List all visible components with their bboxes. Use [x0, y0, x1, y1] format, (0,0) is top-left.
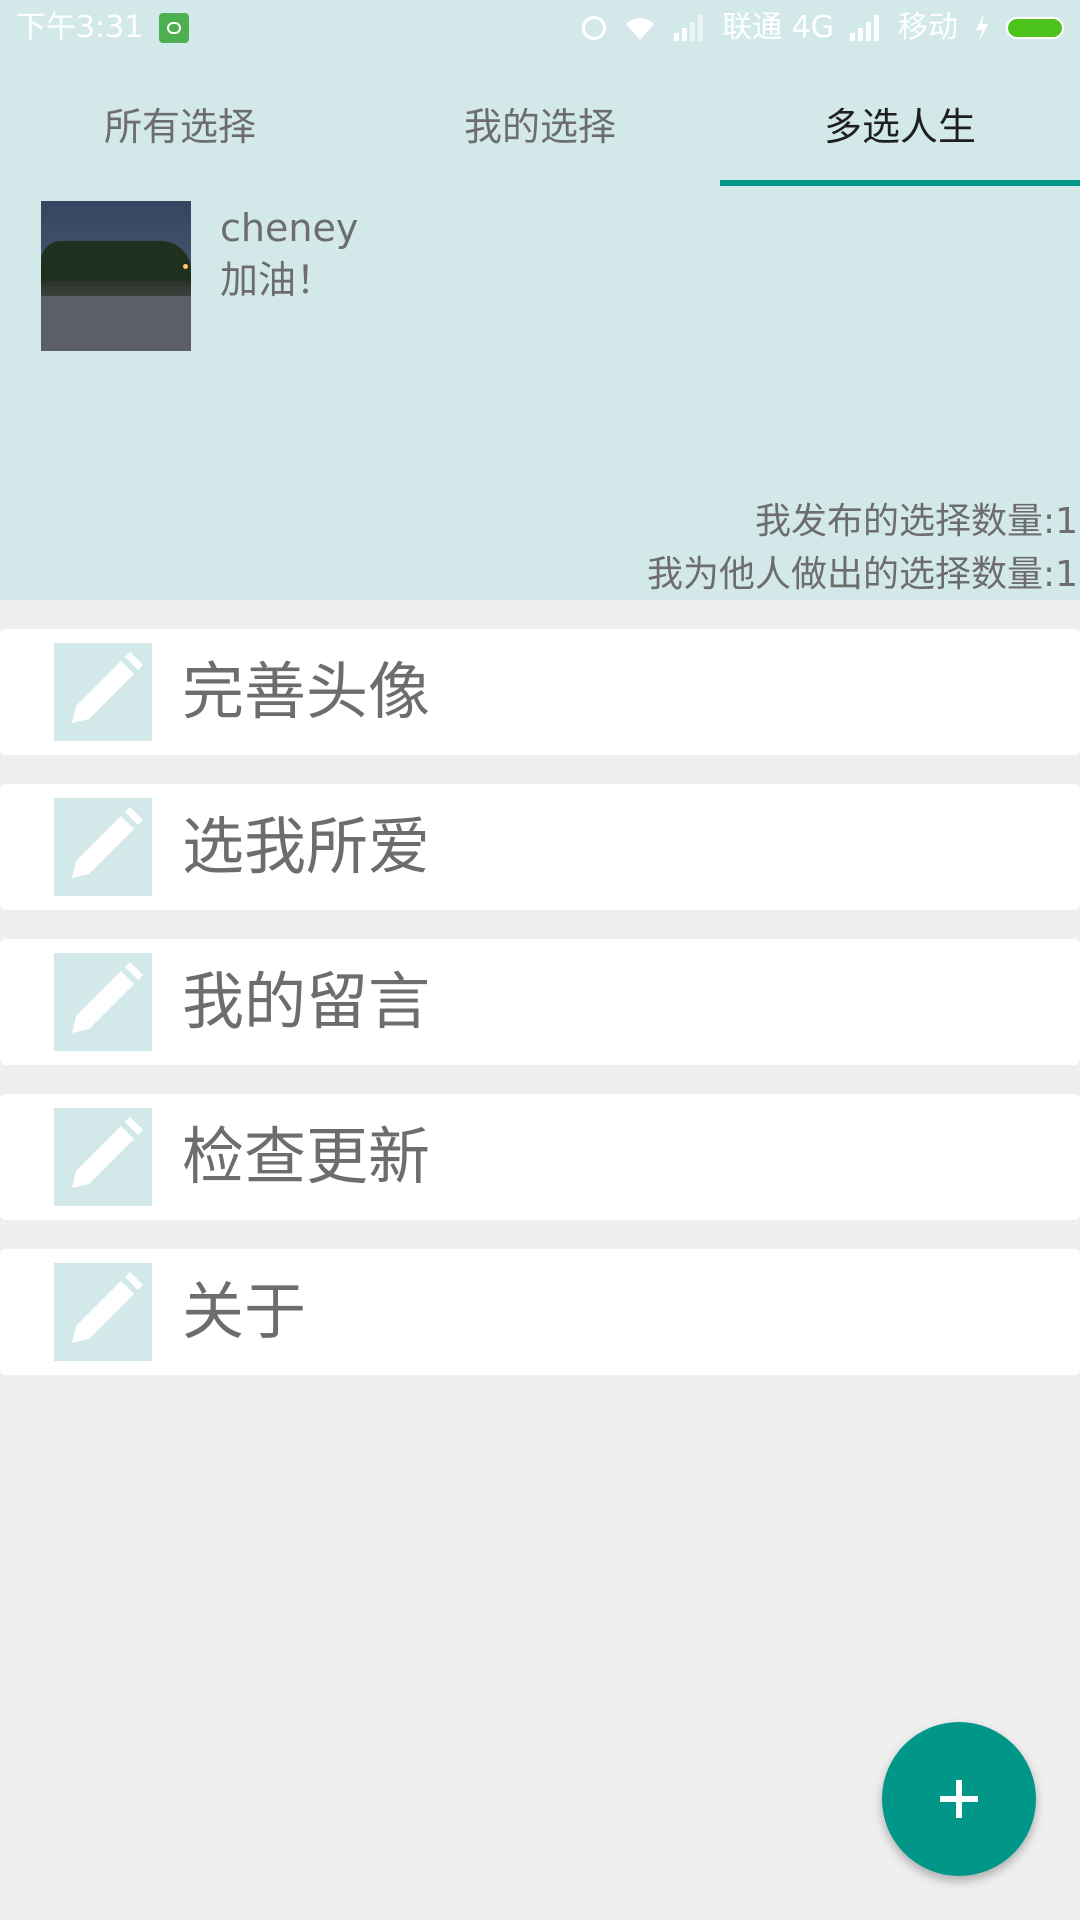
- tab-all-choices[interactable]: 所有选择: [0, 60, 360, 186]
- pencil-icon: [54, 643, 152, 741]
- menu-item-label: 我的留言: [182, 965, 431, 1038]
- app-notification-icon: [159, 13, 190, 43]
- chosen-for-others-count: 我为他人做出的选择数量:1: [646, 554, 1078, 595]
- carrier-2: 移动: [898, 10, 958, 45]
- wifi-icon: [622, 14, 658, 42]
- pencil-icon: [54, 1108, 152, 1206]
- status-right: 联通 4G 移动: [582, 10, 1064, 46]
- battery-icon: [1006, 17, 1064, 39]
- tab-bar: 所有选择 我的选择 多选人生: [0, 60, 1080, 186]
- avatar-photo-light: [183, 264, 188, 269]
- signal-icon-1: [674, 15, 706, 41]
- plus-icon-vertical: [956, 1780, 962, 1818]
- avatar-photo-trees: [41, 241, 191, 281]
- user-motto: 加油！: [220, 258, 335, 302]
- menu-item-label: 完善头像: [182, 655, 431, 728]
- menu-item-favorites[interactable]: 选我所爱: [0, 784, 1080, 910]
- username: cheney: [220, 206, 359, 250]
- menu-item-about[interactable]: 关于: [0, 1249, 1080, 1375]
- pencil-icon: [54, 798, 152, 896]
- bolt-icon: [974, 14, 990, 42]
- avatar[interactable]: [41, 201, 191, 351]
- menu-item-check-update[interactable]: 检查更新: [0, 1094, 1080, 1220]
- pencil-icon: [54, 953, 152, 1051]
- tab-my-choices[interactable]: 我的选择: [360, 60, 720, 186]
- tab-active-indicator: [720, 180, 1080, 186]
- menu-item-label: 检查更新: [182, 1120, 431, 1193]
- status-left: 下午3:31: [16, 10, 190, 46]
- pencil-icon: [54, 1263, 152, 1361]
- avatar-photo-road: [41, 296, 191, 351]
- published-count: 我发布的选择数量:1: [754, 501, 1078, 542]
- alarm-icon: [582, 16, 607, 40]
- tab-multi-life[interactable]: 多选人生: [720, 60, 1080, 186]
- carrier-1: 联通 4G: [722, 10, 834, 45]
- signal-icon-2: [850, 15, 882, 41]
- menu-item-label: 关于: [182, 1275, 307, 1348]
- status-bar: 下午3:31 联通 4G 移动: [0, 0, 1080, 56]
- status-time: 下午3:31: [16, 10, 144, 45]
- add-button[interactable]: [882, 1722, 1036, 1876]
- menu-item-label: 选我所爱: [182, 810, 431, 883]
- menu-item-avatar[interactable]: 完善头像: [0, 629, 1080, 755]
- menu-item-messages[interactable]: 我的留言: [0, 939, 1080, 1065]
